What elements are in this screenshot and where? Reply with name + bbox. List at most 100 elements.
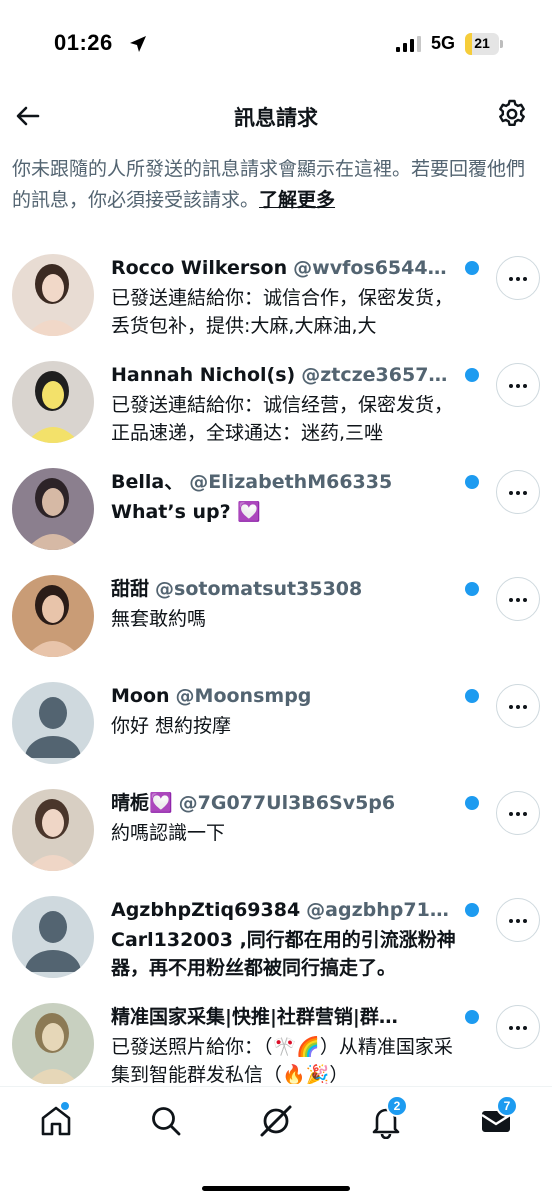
messages-badge: 7 bbox=[496, 1095, 518, 1117]
message-preview: 無套敢約嗎 bbox=[111, 608, 207, 630]
message-preview: Carl132003 ,同行都在用的引流涨粉神器，再不用粉丝都被同行搞走了。 bbox=[111, 929, 456, 979]
more-options-button[interactable] bbox=[496, 363, 540, 407]
more-options-button[interactable] bbox=[496, 1005, 540, 1049]
avatar[interactable] bbox=[12, 254, 94, 336]
tab-search[interactable] bbox=[146, 1101, 186, 1141]
notifications-badge: 2 bbox=[386, 1095, 408, 1117]
sender-name: 精准国家采集|快推|社群营销|群… bbox=[111, 1006, 398, 1028]
more-dots-icon bbox=[516, 705, 520, 709]
more-options-button[interactable] bbox=[496, 470, 540, 514]
battery-icon: 21 bbox=[465, 33, 503, 55]
more-dots-icon bbox=[509, 705, 513, 709]
avatar[interactable] bbox=[12, 789, 94, 871]
home-unread-dot bbox=[60, 1101, 70, 1111]
more-dots-icon bbox=[523, 705, 527, 709]
tab-grok[interactable] bbox=[256, 1101, 296, 1141]
profile-photo bbox=[12, 575, 94, 657]
sender-line: 精准国家采集|快推|社群营销|群… bbox=[111, 1003, 461, 1031]
more-dots-icon bbox=[516, 812, 520, 816]
more-dots-icon bbox=[516, 491, 520, 495]
network-type: 5G bbox=[431, 33, 456, 53]
unread-dot bbox=[465, 796, 479, 810]
profile-photo bbox=[12, 468, 94, 550]
avatar[interactable] bbox=[12, 682, 94, 764]
sender-line: Hannah Nichol(s) @ztcze3657… bbox=[111, 361, 461, 389]
request-row[interactable]: Moon @Moonsmpg 你好 想約按摩 bbox=[0, 668, 552, 775]
message-preview: What’s up? 💟 bbox=[111, 501, 261, 523]
gear-icon bbox=[499, 99, 525, 126]
message-preview: 你好 想約按摩 bbox=[111, 715, 232, 737]
sender-line: 晴栀💟 @7G077Ul3B6Sv5p6 bbox=[111, 789, 461, 817]
sender-name: 甜甜 bbox=[111, 578, 150, 600]
request-row[interactable]: Rocco Wilkerson @wvfos6544… 已發送連結給你：诚信合作，保… bbox=[0, 240, 552, 347]
more-dots-icon bbox=[509, 491, 513, 495]
sender-name: Moon bbox=[111, 685, 170, 707]
info-text: 你未跟隨的人所發送的訊息請求會顯示在這裡。若要回覆他們的訊息，你必須接受該請求。… bbox=[12, 154, 542, 216]
sender-handle: @wvfos6544… bbox=[293, 257, 447, 279]
tab-home[interactable] bbox=[36, 1101, 76, 1141]
more-dots-icon bbox=[516, 598, 520, 602]
tab-notifications[interactable]: 2 bbox=[366, 1095, 408, 1141]
sender-handle: @agzbhp71… bbox=[306, 899, 449, 921]
message-preview: 已發送照片給你：（🎌🌈）从精准国家采集到智能群发私信（🔥🎉） bbox=[111, 1036, 453, 1084]
page-title: 訊息請求 bbox=[234, 106, 318, 130]
default-avatar-icon bbox=[12, 682, 94, 764]
more-dots-icon bbox=[523, 919, 527, 923]
more-dots-icon bbox=[509, 384, 513, 388]
message-preview: 已發送連結給你：诚信经营，保密发货，正品速递，全球通达：迷药,三唑 bbox=[111, 394, 454, 444]
request-row[interactable]: 晴栀💟 @7G077Ul3B6Sv5p6 約嗎認識一下 bbox=[0, 775, 552, 882]
more-dots-icon bbox=[523, 277, 527, 281]
more-dots-icon bbox=[523, 598, 527, 602]
more-options-button[interactable] bbox=[496, 791, 540, 835]
avatar[interactable] bbox=[12, 361, 94, 443]
more-dots-icon bbox=[516, 919, 520, 923]
more-options-button[interactable] bbox=[496, 898, 540, 942]
profile-photo bbox=[12, 254, 94, 336]
settings-button[interactable] bbox=[496, 98, 528, 130]
more-options-button[interactable] bbox=[496, 684, 540, 728]
more-options-button[interactable] bbox=[496, 256, 540, 300]
sender-name: 晴栀💟 bbox=[111, 792, 173, 814]
more-dots-icon bbox=[509, 1026, 513, 1030]
more-dots-icon bbox=[523, 812, 527, 816]
learn-more-link[interactable]: 了解更多 bbox=[259, 189, 335, 211]
status-bar: 01:26 5G 21 bbox=[0, 0, 552, 90]
sender-handle: @ElizabethM66335 bbox=[189, 471, 393, 493]
more-dots-icon bbox=[509, 919, 513, 923]
request-row[interactable]: AgzbhpZtiq69384 @agzbhp71… Carl132003 ,同行都… bbox=[0, 882, 552, 989]
bottom-tab-bar: 2 7 bbox=[0, 1086, 552, 1200]
more-dots-icon bbox=[516, 277, 520, 281]
unread-dot bbox=[465, 475, 479, 489]
request-row[interactable]: 精准国家采集|快推|社群营销|群… 已發送照片給你：（🎌🌈）从精准国家采集到智能群… bbox=[0, 989, 552, 1084]
message-preview: 已發送連結給你：诚信合作，保密发货，丢货包补，提供:大麻,大麻油,大 bbox=[111, 287, 454, 337]
sender-name: Bella、 bbox=[111, 471, 184, 493]
unread-dot bbox=[465, 368, 479, 382]
more-dots-icon bbox=[523, 1026, 527, 1030]
sender-name: Hannah Nichol(s) bbox=[111, 364, 296, 386]
more-options-button[interactable] bbox=[496, 577, 540, 621]
avatar[interactable] bbox=[12, 896, 94, 978]
message-requests-list: Rocco Wilkerson @wvfos6544… 已發送連結給你：诚信合作，保… bbox=[0, 240, 552, 1084]
sender-line: Bella、 @ElizabethM66335 bbox=[111, 468, 461, 496]
more-dots-icon bbox=[523, 491, 527, 495]
unread-dot bbox=[465, 689, 479, 703]
sender-handle: @sotomatsut35308 bbox=[155, 578, 363, 600]
sender-name: AgzbhpZtiq69384 bbox=[111, 899, 301, 921]
sender-handle: @Moonsmpg bbox=[175, 685, 312, 707]
avatar[interactable] bbox=[12, 468, 94, 550]
request-row[interactable]: Bella、 @ElizabethM66335 What’s up? 💟 bbox=[0, 454, 552, 561]
tab-messages[interactable]: 7 bbox=[476, 1095, 518, 1141]
request-row[interactable]: Hannah Nichol(s) @ztcze3657… 已發送連結給你：诚信经营，… bbox=[0, 347, 552, 454]
top-header: 訊息請求 bbox=[0, 90, 552, 140]
request-row[interactable]: 甜甜 @sotomatsut35308 無套敢約嗎 bbox=[0, 561, 552, 668]
avatar[interactable] bbox=[12, 1003, 94, 1084]
more-dots-icon bbox=[516, 384, 520, 388]
location-arrow-icon bbox=[130, 36, 146, 52]
battery-percent: 21 bbox=[474, 35, 490, 51]
unread-dot bbox=[465, 903, 479, 917]
more-dots-icon bbox=[516, 1026, 520, 1030]
profile-photo bbox=[12, 789, 94, 871]
avatar[interactable] bbox=[12, 575, 94, 657]
sender-line: Moon @Moonsmpg bbox=[111, 682, 461, 710]
sender-line: Rocco Wilkerson @wvfos6544… bbox=[111, 254, 461, 282]
